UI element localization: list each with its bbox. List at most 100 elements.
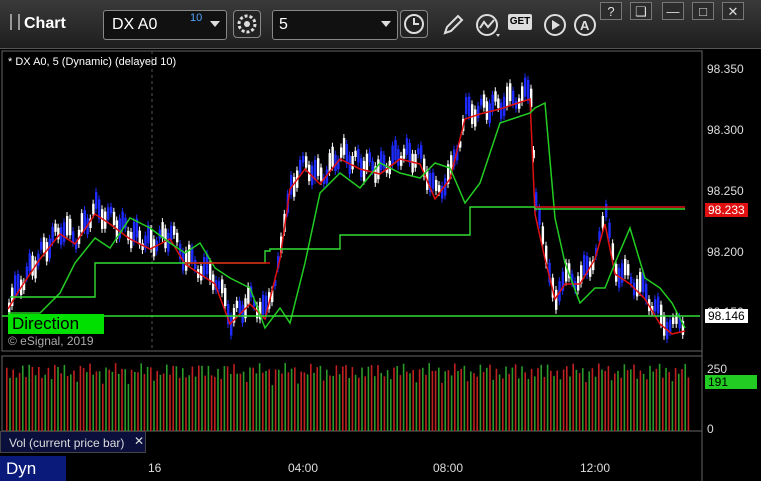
volume-bar — [22, 365, 24, 431]
volume-bar — [556, 370, 558, 431]
chevron-down-icon[interactable] — [210, 21, 220, 27]
candle-body — [477, 105, 480, 119]
candle-body — [173, 226, 176, 235]
volume-bar — [598, 363, 600, 431]
clock-button[interactable] — [400, 10, 428, 38]
volume-bar — [153, 380, 155, 431]
candle-body — [482, 94, 486, 108]
window-title-text: Chart — [24, 15, 66, 32]
candle-body — [660, 304, 663, 325]
title-bar: Chart DX A0 10 5 GET A ? ❑ — □ ✕ — [0, 0, 761, 49]
volume-bar — [89, 363, 91, 431]
volume-bar — [658, 363, 661, 431]
volume-bar — [540, 364, 542, 431]
volume-bar — [162, 373, 165, 431]
volume-bar — [684, 363, 686, 431]
candle-body — [221, 279, 224, 294]
volume-bar — [236, 373, 238, 431]
study-icon[interactable] — [474, 12, 504, 38]
volume-bar — [278, 369, 280, 431]
symbol-input[interactable]: DX A0 10 — [103, 10, 227, 40]
volume-bar — [562, 369, 565, 431]
get-icon[interactable]: GET — [508, 14, 532, 30]
volume-bar — [9, 377, 11, 431]
volume-bar — [303, 372, 306, 431]
play-icon[interactable] — [542, 12, 568, 38]
volume-bar — [495, 368, 498, 431]
maximize-button[interactable]: □ — [692, 2, 714, 20]
volume-bar — [450, 375, 453, 431]
volume-bar — [47, 367, 50, 431]
candle-body — [471, 104, 474, 124]
candle-body — [675, 315, 678, 324]
candle-body — [538, 208, 541, 225]
time-label: 12:00 — [580, 461, 611, 475]
volume-bar — [191, 366, 194, 431]
candle-body — [72, 231, 75, 243]
volume-bar — [252, 367, 254, 431]
volume-bar — [492, 379, 494, 431]
volume-bar — [210, 375, 213, 431]
candle-body — [194, 259, 197, 270]
candle-body — [293, 177, 296, 197]
dynamic-mode-button[interactable]: Dyn — [0, 456, 66, 481]
candle-body — [435, 179, 438, 192]
settings-gear-button[interactable] — [233, 10, 261, 38]
volume-bar — [102, 383, 104, 431]
candle-body — [320, 167, 323, 181]
volume-bar — [201, 365, 203, 431]
volume-bar — [502, 378, 504, 431]
candle-body — [31, 255, 34, 276]
volume-bar — [140, 363, 142, 431]
volume-bar — [332, 375, 334, 431]
volume-bar — [137, 372, 139, 431]
candle-body — [521, 86, 524, 103]
volume-bar — [294, 367, 296, 431]
candle-body — [218, 281, 221, 290]
alert-icon[interactable]: A — [572, 12, 598, 38]
volume-bar — [166, 364, 168, 431]
candle-body — [170, 225, 173, 240]
volume-bar — [521, 366, 523, 431]
volume-bar — [380, 372, 382, 431]
volume-bar — [444, 371, 446, 431]
grip-icon[interactable] — [10, 14, 20, 30]
minimize-button[interactable]: — — [662, 2, 684, 20]
volume-bar — [402, 363, 405, 431]
volume-bar — [98, 371, 101, 431]
price-chart[interactable] — [0, 49, 761, 481]
candle-body — [636, 279, 639, 297]
volume-bar — [530, 368, 533, 431]
volume-bar — [281, 373, 283, 431]
chevron-down-icon[interactable] — [381, 21, 391, 27]
volume-bar — [214, 376, 216, 431]
pencil-icon[interactable] — [440, 12, 466, 38]
volume-bar — [617, 370, 619, 431]
volume-bar — [594, 376, 597, 431]
restore-button[interactable]: ❑ — [630, 2, 652, 20]
volume-bar — [591, 368, 594, 431]
volume-bar — [255, 373, 258, 431]
volume-bar — [486, 367, 488, 431]
candle-body — [54, 223, 57, 232]
volume-bar — [601, 369, 603, 431]
interval-select[interactable]: 5 — [272, 10, 398, 40]
volume-bar — [434, 370, 437, 431]
close-icon[interactable]: ✕ — [134, 434, 144, 448]
volume-bar — [553, 375, 555, 431]
volume-bar — [342, 366, 344, 431]
volume-bar — [310, 363, 312, 431]
volume-bar — [582, 368, 584, 431]
volume-bar — [422, 367, 424, 431]
volume-bar — [306, 374, 309, 431]
candle-body — [474, 109, 477, 127]
candle-body — [95, 191, 98, 209]
volume-bar — [338, 374, 341, 431]
volume-bar — [457, 371, 459, 431]
volume-bar — [370, 365, 373, 431]
volume-bar — [169, 374, 171, 431]
close-button[interactable]: ✕ — [722, 2, 744, 20]
candle-body — [468, 96, 471, 117]
volume-bar — [25, 377, 27, 431]
help-button[interactable]: ? — [600, 2, 622, 20]
